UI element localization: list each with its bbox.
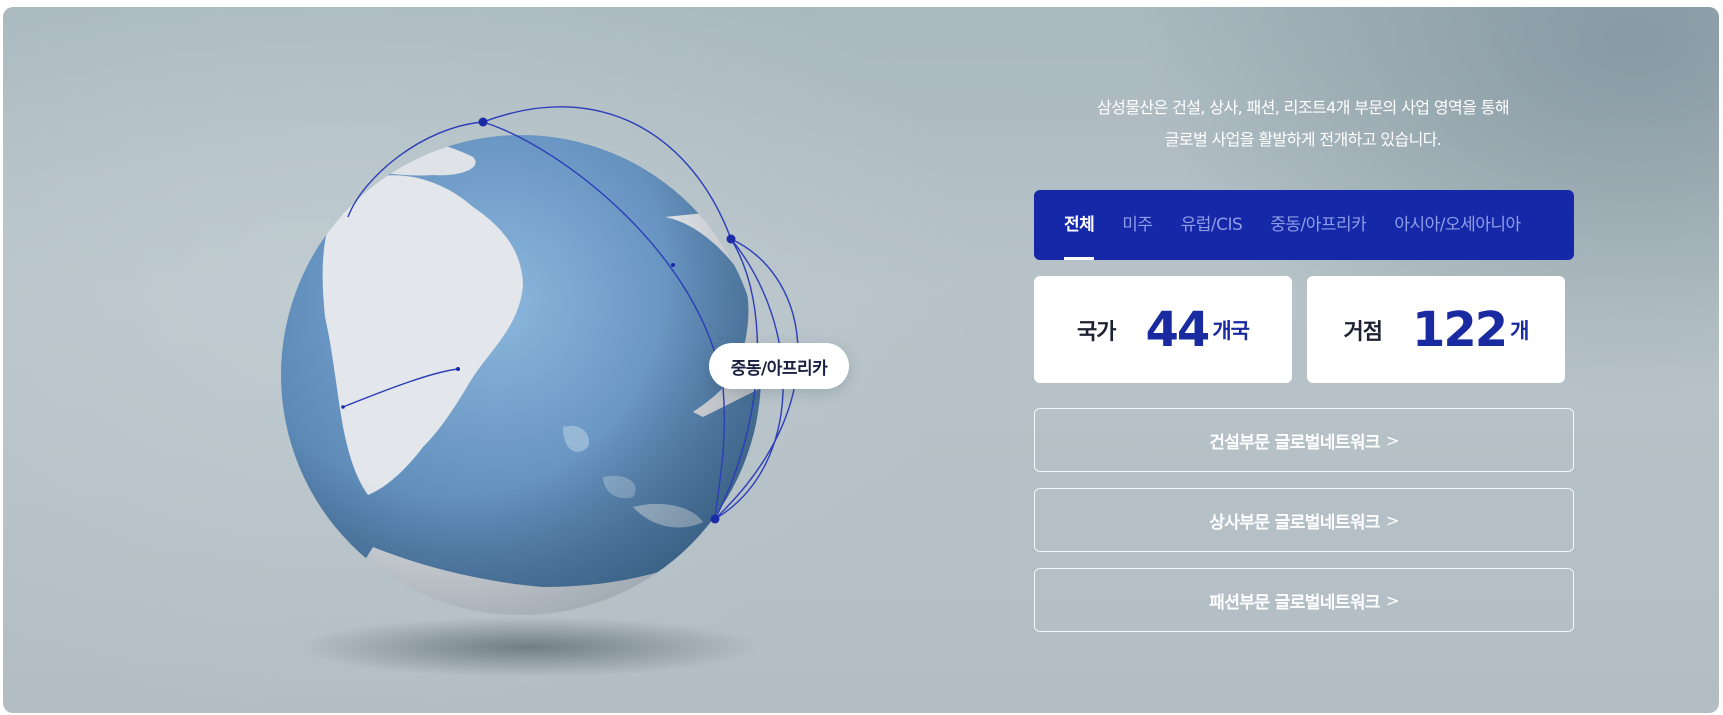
tab-americas[interactable]: 미주 [1122,190,1153,260]
network-node [726,234,736,244]
globe-shadow [298,617,758,677]
tab-all[interactable]: 전체 [1064,190,1095,260]
network-node [478,117,488,127]
intro-line-1: 삼성물산은 건설, 상사, 패션, 리조트4개 부문의 사업 영역을 통해 [1097,98,1510,117]
stat-card-countries: 국가 44 개국 [1034,276,1292,383]
globe-area: 중동/아프리카 [3,7,963,713]
intro-line-2: 글로벌 사업을 활발하게 전개하고 있습니다. [1164,130,1442,149]
tab-asia-oceania[interactable]: 아시아/오세아니아 [1394,190,1521,260]
globe-region-label[interactable]: 중동/아프리카 [709,343,849,389]
construction-network-button[interactable]: 건설부문 글로벌네트워크 > [1034,408,1574,472]
fashion-network-button[interactable]: 패션부문 글로벌네트워크 > [1034,568,1574,632]
tab-europe-cis[interactable]: 유럽/CIS [1181,190,1243,260]
network-node [671,263,675,267]
construction-network-label: 건설부문 글로벌네트워크 [1209,432,1380,453]
stat-card-sites: 거점 122 개 [1307,276,1565,383]
network-node [710,514,720,524]
intro-text: 삼성물산은 건설, 상사, 패션, 리조트4개 부문의 사업 영역을 통해 글로… [1033,92,1573,156]
chevron-right-icon: > [1385,510,1399,530]
trading-network-label: 상사부문 글로벌네트워크 [1209,512,1380,533]
trading-network-button[interactable]: 상사부문 글로벌네트워크 > [1034,488,1574,552]
stat-countries-value: 44 [1145,301,1211,358]
chevron-right-icon: > [1385,430,1399,450]
global-network-section: 중동/아프리카 삼성물산은 건설, 상사, 패션, 리조트4개 부문의 사업 영… [3,7,1719,713]
network-node [341,405,345,409]
stat-sites-label: 거점 [1343,319,1382,345]
stat-countries-label: 국가 [1077,319,1116,345]
region-tabs: 전체 미주 유럽/CIS 중동/아프리카 아시아/오세아니아 [1034,190,1574,260]
tab-middle-east-africa[interactable]: 중동/아프리카 [1270,190,1367,260]
stat-countries-unit: 개국 [1212,318,1250,343]
fashion-network-label: 패션부문 글로벌네트워크 [1209,592,1380,613]
stat-sites-value: 122 [1411,301,1508,358]
stat-sites-unit: 개 [1510,318,1529,343]
network-node [456,367,460,371]
chevron-right-icon: > [1385,590,1399,610]
